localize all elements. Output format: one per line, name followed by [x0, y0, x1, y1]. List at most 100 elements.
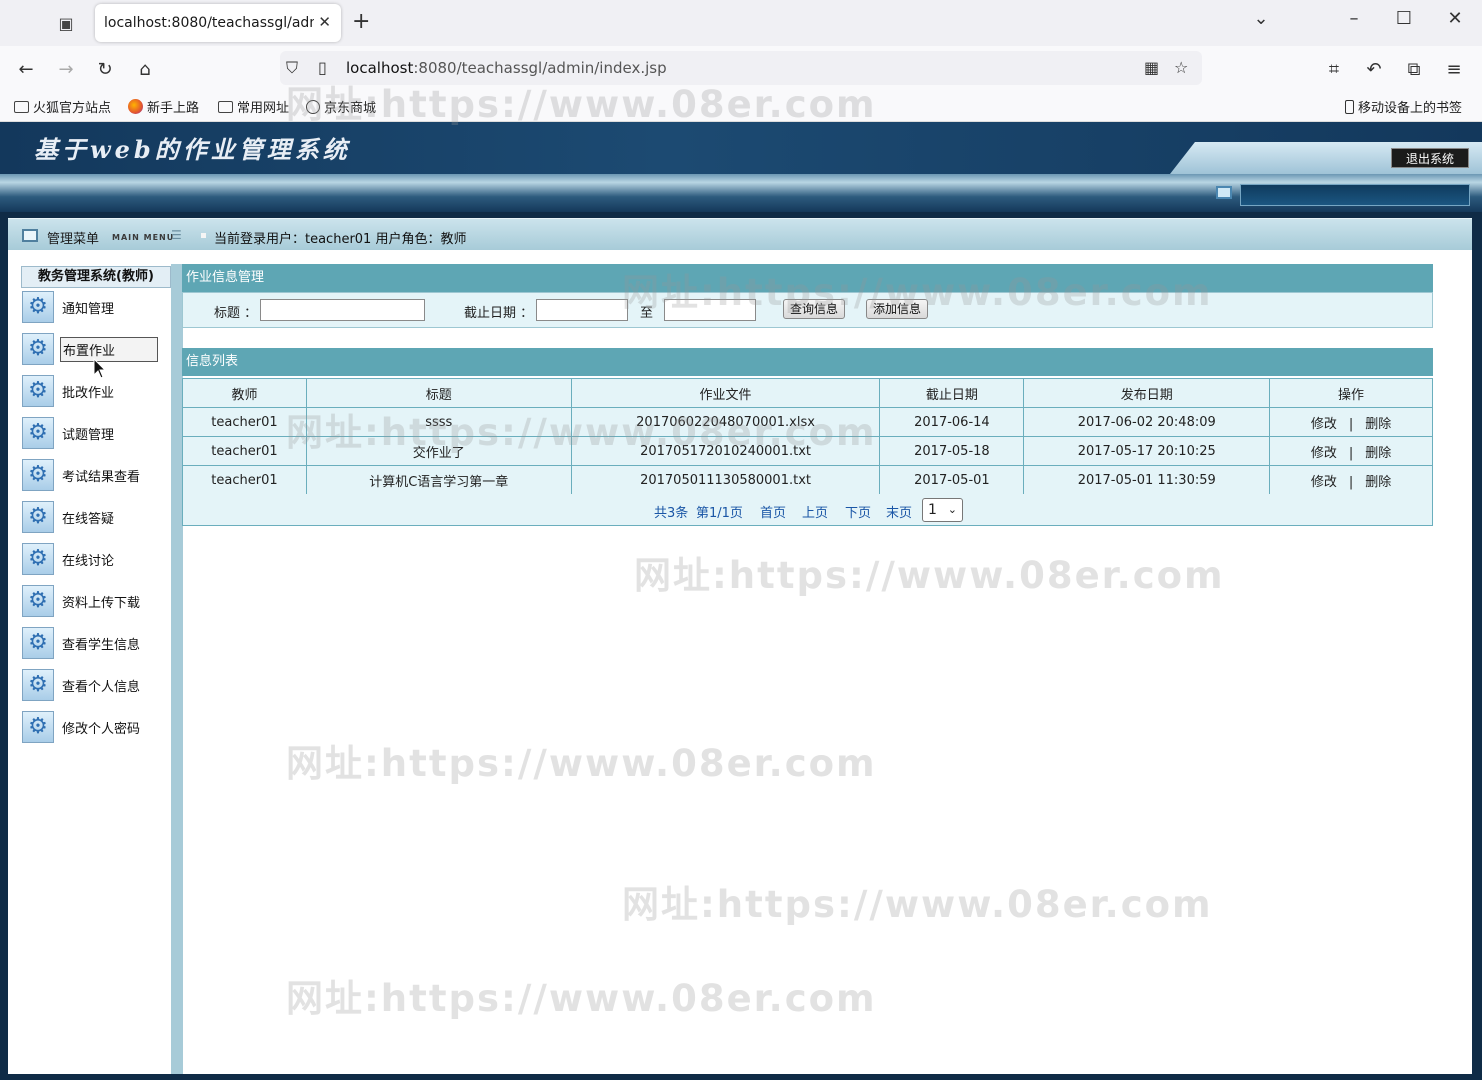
cell-file: 201705011130580001.txt	[570, 465, 881, 495]
query-button[interactable]: 查询信息	[783, 299, 846, 319]
to-label: 至	[640, 306, 654, 321]
app-logo: 基于web的作业管理系统	[34, 135, 351, 164]
title-label: 标题 ：	[214, 306, 258, 321]
minimize-icon[interactable]: –	[1339, 8, 1369, 29]
gear-icon: ⚙	[22, 333, 54, 365]
globe-icon	[306, 99, 320, 114]
delete-link[interactable]: 删除	[1365, 417, 1391, 432]
page-icon: ▯	[318, 58, 327, 77]
sidebar-item-assign-homework[interactable]: ⚙ 布置作业	[22, 332, 162, 366]
close-icon[interactable]: ✕	[318, 13, 331, 31]
gear-icon: ⚙	[22, 501, 54, 533]
gear-icon: ⚙	[22, 711, 54, 743]
title-input[interactable]	[260, 299, 425, 321]
mouse-cursor-icon	[93, 358, 107, 379]
firefox-icon	[128, 99, 143, 114]
back-icon[interactable]: ←	[13, 56, 39, 82]
tab-title: localhost:8080/teachassgl/admin	[104, 15, 314, 31]
page-select[interactable]: 1 ⌄	[922, 498, 963, 522]
pagination: 共3条 第1/1页 首页 上页 下页 末页 1 ⌄	[182, 494, 1433, 526]
bookmark-firefox-site[interactable]: 火狐官方站点	[14, 97, 111, 116]
delete-link[interactable]: 删除	[1365, 446, 1391, 461]
list-icon: ☰	[171, 228, 182, 242]
sidebar-item-files[interactable]: ⚙ 资料上传下载	[22, 584, 162, 618]
sidebar-item-profile[interactable]: ⚙ 查看个人信息	[22, 668, 162, 702]
search-form: 标题 ： 截止日期 ： 至 查询信息 添加信息	[182, 292, 1433, 328]
sidebar-item-password[interactable]: ⚙ 修改个人密码	[22, 710, 162, 744]
browser-navbar: ← → ↻ ⌂ ⛉ ▯ localhost:8080/teachassgl/ad…	[0, 46, 1482, 90]
folder-icon	[218, 100, 233, 113]
cell-published: 2017-05-17 20:10:25	[1023, 436, 1271, 466]
bookmark-common-sites[interactable]: 常用网址	[218, 97, 289, 116]
cell-actions: 修改 | 删除	[1269, 407, 1433, 437]
url-text[interactable]: localhost:8080/teachassgl/admin/index.js…	[346, 59, 667, 77]
home-icon[interactable]: ⌂	[132, 56, 158, 82]
menu-title: 管理菜单	[47, 232, 100, 247]
gear-icon: ⚙	[22, 291, 54, 323]
deadline-start-input[interactable]	[536, 299, 628, 321]
pager-first[interactable]: 首页	[760, 502, 786, 521]
bookmark-mobile[interactable]: 移动设备上的书签	[1345, 97, 1462, 116]
search-panel-title: 作业信息管理	[182, 264, 1433, 292]
sidebar: 教务管理系统(教师) ⚙ 通知管理 ⚙ 布置作业 ⚙ 批改作业 ⚙ 试题管理 ⚙ 考试结果…	[8, 264, 183, 1074]
forward-icon[interactable]: →	[53, 56, 79, 82]
gear-icon: ⚙	[22, 669, 54, 701]
sidebar-item-students[interactable]: ⚙ 查看学生信息	[22, 626, 162, 660]
reload-icon[interactable]: ↻	[92, 56, 118, 82]
mobile-icon	[1345, 99, 1354, 114]
new-tab-icon[interactable]: +	[352, 9, 370, 34]
gear-icon: ⚙	[22, 585, 54, 617]
url-bar[interactable]: ⛉ ▯ localhost:8080/teachassgl/admin/inde…	[280, 51, 1202, 85]
table-row: teacher01 ssss 20170602204807000​1.xlsx …	[182, 407, 1433, 437]
menu-icon[interactable]: ≡	[1441, 56, 1467, 82]
monitor-icon	[1216, 186, 1232, 199]
shield-icon[interactable]: ⛉	[286, 58, 298, 78]
pager-next[interactable]: 下页	[845, 502, 871, 521]
add-button[interactable]: 添加信息	[866, 299, 929, 319]
qr-code-icon[interactable]: ▦	[1144, 58, 1159, 77]
gear-icon: ⚙	[22, 543, 54, 575]
edit-link[interactable]: 修改	[1311, 446, 1337, 461]
sidebar-item-exam-results[interactable]: ⚙ 考试结果查看	[22, 458, 162, 492]
gear-icon: ⚙	[22, 417, 54, 449]
extensions-icon[interactable]: ⧉	[1401, 56, 1427, 82]
chevron-down-icon: ⌄	[947, 503, 957, 516]
cell-title: ssss	[305, 407, 572, 437]
deadline-end-input[interactable]	[664, 299, 756, 321]
table-header-row: 教师 标题 作业文件 截止日期 发布日期 操作	[182, 378, 1433, 408]
pager-prev[interactable]: 上页	[802, 502, 828, 521]
edit-link[interactable]: 修改	[1311, 417, 1337, 432]
content-frame: 管理菜单 MAIN MENU ☰ 当前登录用户：teacher01 用户角色：教…	[8, 218, 1472, 1074]
list-panel-title: 信息列表	[182, 348, 1433, 376]
edit-link[interactable]: 修改	[1311, 475, 1337, 490]
folder-icon	[14, 100, 29, 113]
star-icon[interactable]: ☆	[1174, 58, 1188, 77]
pager-last[interactable]: 末页	[886, 502, 912, 521]
sidebar-item-online-qa[interactable]: ⚙ 在线答疑	[22, 500, 162, 534]
chevron-down-icon[interactable]: ⌄	[1246, 8, 1276, 29]
column-header: 作业文件	[570, 378, 881, 408]
cell-teacher: teacher01	[182, 407, 307, 437]
tab-list-icon[interactable]: ▣	[52, 10, 80, 36]
undo-icon[interactable]: ↶	[1361, 56, 1387, 82]
gear-icon: ⚙	[22, 375, 54, 407]
maximize-icon[interactable]: ☐	[1389, 8, 1419, 29]
app-page: 基于web的作业管理系统 退出系统 管理菜单 MAIN MENU ☰ 当前登录用…	[0, 122, 1482, 1080]
menu-subtitle: MAIN MENU	[112, 233, 175, 242]
bookmark-jd[interactable]: 京东商城	[306, 97, 376, 116]
sidebar-item-questions[interactable]: ⚙ 试题管理	[22, 416, 162, 450]
cell-file: 201705172010240001.txt	[570, 436, 881, 466]
logout-button[interactable]: 退出系统	[1391, 148, 1469, 168]
delete-link[interactable]: 删除	[1365, 475, 1391, 490]
header-box	[1240, 184, 1470, 206]
pager-page: 第1/1页	[696, 506, 743, 521]
browser-tab[interactable]: localhost:8080/teachassgl/admin ✕	[95, 4, 341, 42]
sidebar-item-grade-homework[interactable]: ⚙ 批改作业	[22, 374, 162, 408]
bookmark-getting-started[interactable]: 新手上路	[128, 97, 199, 116]
sidebar-item-notice[interactable]: ⚙ 通知管理	[22, 290, 162, 324]
crop-icon[interactable]: ⌗	[1321, 56, 1347, 82]
sidebar-item-online-discussion[interactable]: ⚙ 在线讨论	[22, 542, 162, 576]
table-row: teacher01 交作业了 201705172010240001.txt 20…	[182, 436, 1433, 466]
gear-icon: ⚙	[22, 627, 54, 659]
window-close-icon[interactable]: ✕	[1440, 8, 1470, 29]
